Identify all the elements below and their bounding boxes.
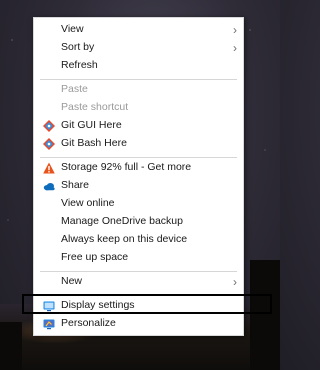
menu-item-git-bash[interactable]: Git Bash Here [34,135,243,153]
menu-separator [40,295,237,296]
desktop-context-menu: View › Sort by › Refresh Paste Paste sho… [33,17,244,336]
menu-item-refresh[interactable]: Refresh [34,57,243,75]
menu-item-label: Paste [61,83,88,95]
menu-item-storage[interactable]: Storage 92% full - Get more [34,159,243,177]
menu-item-label: Paste shortcut [61,101,129,113]
menu-item-paste-shortcut: Paste shortcut [34,99,243,117]
display-icon [43,301,55,312]
menu-item-view-online[interactable]: View online [34,195,243,213]
menu-item-always-keep[interactable]: Always keep on this device [34,231,243,249]
menu-item-display-settings[interactable]: Display settings [34,297,243,315]
menu-item-manage-onedrive-backup[interactable]: Manage OneDrive backup [34,213,243,231]
tree-silhouette-2 [0,322,22,370]
chevron-right-icon: › [233,23,237,37]
menu-item-label: Personalize [61,317,116,329]
menu-separator [40,271,237,272]
menu-item-label: Display settings [61,299,135,311]
menu-item-label: Always keep on this device [61,233,188,245]
menu-item-label: View online [61,197,115,209]
personalize-icon [43,319,55,330]
menu-item-label: Git Bash Here [61,137,127,149]
chevron-right-icon: › [233,275,237,289]
git-bash-icon [43,138,55,150]
git-gui-icon [43,120,55,132]
menu-item-label: View [61,23,84,35]
tree-silhouette-1 [250,260,280,370]
menu-item-label: Refresh [61,59,98,71]
menu-item-label: Free up space [61,251,129,263]
chevron-right-icon: › [233,41,237,55]
menu-item-label: Git GUI Here [61,119,122,131]
menu-item-label: Share [61,179,90,191]
menu-item-personalize[interactable]: Personalize [34,315,243,333]
menu-item-share[interactable]: Share [34,177,243,195]
warning-icon [43,162,55,174]
menu-separator [40,79,237,80]
menu-item-view[interactable]: View › [34,21,243,39]
menu-item-label: Storage 92% full - Get more [61,161,192,173]
menu-item-free-up-space[interactable]: Free up space [34,249,243,267]
menu-separator [40,157,237,158]
menu-item-label: New [61,275,83,287]
menu-item-new[interactable]: New › [34,273,243,291]
menu-item-git-gui[interactable]: Git GUI Here [34,117,243,135]
menu-item-paste: Paste [34,81,243,99]
menu-item-sort-by[interactable]: Sort by › [34,39,243,57]
onedrive-icon [43,183,55,191]
menu-item-label: Manage OneDrive backup [61,215,183,227]
menu-item-label: Sort by [61,41,95,53]
